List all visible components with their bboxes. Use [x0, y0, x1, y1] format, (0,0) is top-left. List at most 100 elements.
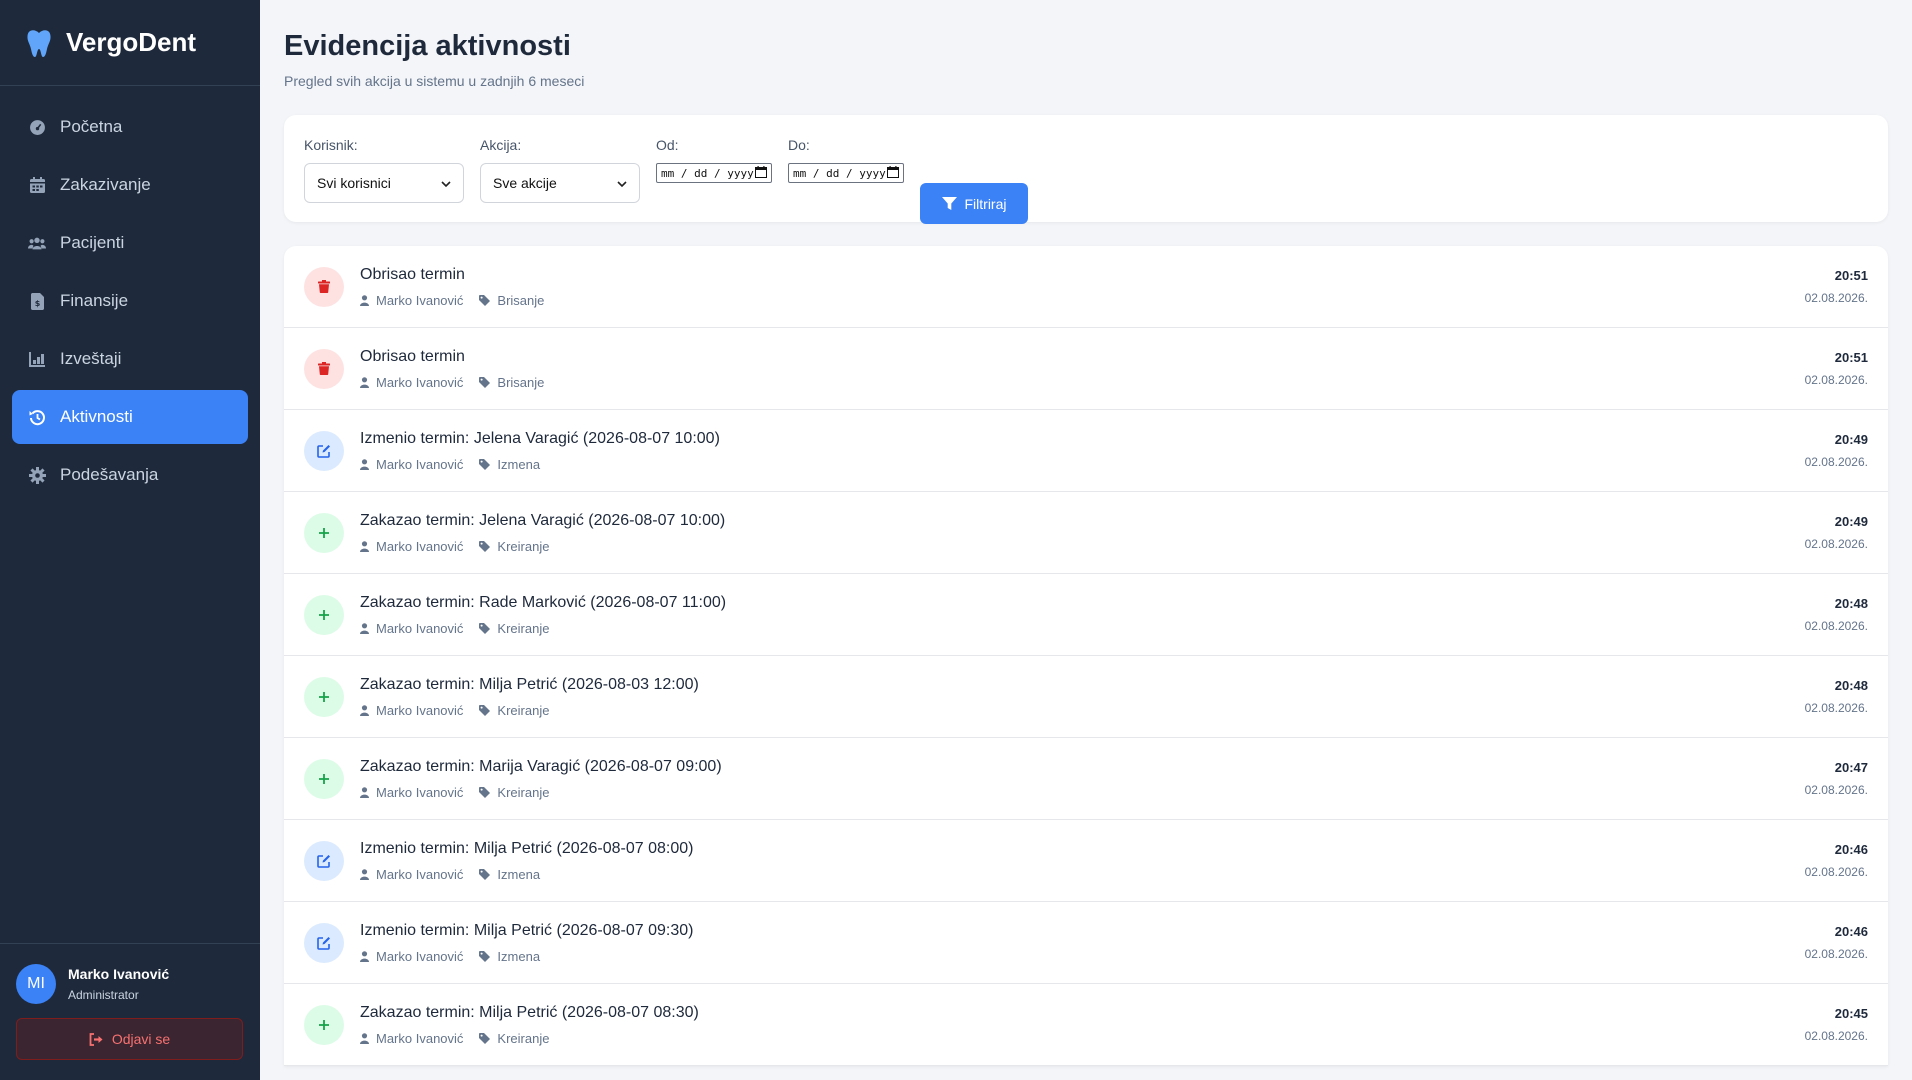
- activity-title: Zakazao termin: Milja Petrić (2026-08-03…: [360, 675, 699, 693]
- activity-body: Zakazao termin: Milja Petrić (2026-08-03…: [360, 676, 1805, 718]
- user-icon: [360, 540, 369, 552]
- activity-tag: Brisanje: [479, 375, 544, 390]
- to-date-input[interactable]: mm / dd / yyyy: [788, 163, 904, 183]
- tag-icon: [479, 868, 491, 880]
- activity-timestamp: 20:47 02.08.2026.: [1805, 760, 1868, 797]
- gear-icon: [28, 466, 46, 484]
- filter-button[interactable]: Filtriraj: [920, 183, 1028, 224]
- activity-time: 20:46: [1834, 924, 1868, 939]
- activity-time: 20:45: [1834, 1006, 1868, 1021]
- activity-row: Zakazao termin: Milja Petrić (2026-08-07…: [284, 984, 1888, 1066]
- activity-tag-label: Izmena: [497, 948, 541, 964]
- sidebar-item-label: Pacijenti: [60, 233, 125, 252]
- activity-tag-label: Kreiranje: [497, 1030, 550, 1046]
- chart-icon: [28, 350, 46, 368]
- activity-timestamp: 20:45 02.08.2026.: [1805, 1006, 1868, 1043]
- edit-icon: [304, 430, 344, 471]
- logout-button[interactable]: Odjavi se: [16, 1018, 243, 1060]
- activity-tag: Kreiranje: [479, 703, 549, 718]
- activity-title: Izmenio termin: Jelena Varagić (2026-08-…: [360, 429, 720, 447]
- activity-user-name: Marko Ivanović: [376, 866, 464, 882]
- activity-body: Zakazao termin: Rade Marković (2026-08-0…: [360, 594, 1805, 636]
- activity-meta: Marko Ivanović Izmena: [360, 867, 1805, 882]
- user-name: Marko Ivanović: [68, 966, 170, 982]
- from-date-input[interactable]: mm / dd / yyyy: [656, 163, 772, 183]
- activity-meta: Marko Ivanović Izmena: [360, 457, 1805, 472]
- activity-body: Zakazao termin: Jelena Varagić (2026-08-…: [360, 512, 1805, 554]
- activity-list: Obrisao termin Marko Ivanović Brisanje 20:5…: [284, 246, 1888, 1066]
- page-subtitle: Pregled svih akcija u sistemu u zadnjih …: [284, 73, 585, 89]
- user-filter-select[interactable]: Svi korisnici: [304, 163, 464, 203]
- plus-icon: [304, 594, 344, 635]
- activity-body: Izmenio termin: Jelena Varagić (2026-08-…: [360, 430, 1805, 472]
- activity-row: Zakazao termin: Milja Petrić (2026-08-03…: [284, 656, 1888, 738]
- invoice-icon: $: [28, 292, 46, 310]
- activity-row: Obrisao termin Marko Ivanović Brisanje 20:5…: [284, 328, 1888, 410]
- logout-label: Odjavi se: [111, 1031, 171, 1047]
- activity-meta: Marko Ivanović Kreiranje: [360, 1031, 1805, 1046]
- activity-time: 20:47: [1834, 760, 1868, 775]
- activity-user: Marko Ivanović: [360, 621, 463, 636]
- sidebar-item-aktivnosti[interactable]: Aktivnosti: [12, 390, 248, 444]
- tag-icon: [479, 294, 491, 306]
- activity-title: Izmenio termin: Milja Petrić (2026-08-07…: [360, 839, 694, 857]
- calendar-icon[interactable]: [755, 165, 767, 181]
- sidebar-nav: Početna Zakazivanje Pacijenti $ Finansij…: [0, 86, 260, 502]
- activity-body: Obrisao termin Marko Ivanović Brisanje: [360, 348, 1805, 390]
- edit-icon: [304, 840, 344, 881]
- tag-icon: [479, 458, 491, 470]
- activity-meta: Marko Ivanović Kreiranje: [360, 621, 1805, 636]
- sidebar-item-label: Početna: [60, 117, 123, 136]
- activity-row: Obrisao termin Marko Ivanović Brisanje 20:5…: [284, 246, 1888, 328]
- activity-body: Izmenio termin: Milja Petrić (2026-08-07…: [360, 840, 1805, 882]
- activity-user: Marko Ivanović: [360, 867, 463, 882]
- activity-tag: Kreiranje: [479, 785, 549, 800]
- activity-time: 20:48: [1834, 596, 1868, 611]
- to-date-label: Do:: [788, 137, 810, 153]
- activity-user-name: Marko Ivanović: [376, 292, 464, 308]
- activity-time: 20:48: [1834, 678, 1868, 693]
- tooth-icon: [26, 28, 52, 58]
- activity-body: Izmenio termin: Milja Petrić (2026-08-07…: [360, 922, 1805, 964]
- activity-meta: Marko Ivanović Brisanje: [360, 375, 1805, 390]
- sidebar-item-pocetna[interactable]: Početna: [12, 100, 248, 154]
- plus-icon: [304, 1004, 344, 1045]
- activity-body: Zakazao termin: Milja Petrić (2026-08-07…: [360, 1004, 1805, 1046]
- sign-out-icon: [89, 1032, 104, 1046]
- activity-tag-label: Brisanje: [497, 374, 545, 390]
- main-content: Evidencija aktivnosti Pregled svih akcij…: [260, 0, 1912, 1080]
- activity-user: Marko Ivanović: [360, 1031, 463, 1046]
- sidebar-item-finansije[interactable]: $ Finansije: [12, 274, 248, 328]
- user-icon: [360, 458, 369, 470]
- activity-timestamp: 20:51 02.08.2026.: [1805, 268, 1868, 305]
- activity-row: Zakazao termin: Jelena Varagić (2026-08-…: [284, 492, 1888, 574]
- tag-icon: [479, 950, 491, 962]
- tag-icon: [479, 376, 491, 388]
- activity-timestamp: 20:49 02.08.2026.: [1805, 514, 1868, 551]
- tag-icon: [479, 540, 491, 552]
- chevron-down-icon: [441, 175, 451, 191]
- sidebar-item-izvestaji[interactable]: Izveštaji: [12, 332, 248, 386]
- sidebar-item-zakazivanje[interactable]: Zakazivanje: [12, 158, 248, 212]
- edit-icon: [304, 922, 344, 963]
- activity-meta: Marko Ivanović Kreiranje: [360, 785, 1805, 800]
- action-filter-label: Akcija:: [480, 137, 522, 153]
- activity-date: 02.08.2026.: [1804, 291, 1868, 305]
- action-filter-select[interactable]: Sve akcije: [480, 163, 640, 203]
- dashboard-icon: [28, 118, 46, 136]
- activity-body: Zakazao termin: Marija Varagić (2026-08-…: [360, 758, 1805, 800]
- sidebar-item-label: Zakazivanje: [60, 175, 151, 194]
- activity-time: 20:51: [1834, 268, 1868, 283]
- activity-row: Zakazao termin: Rade Marković (2026-08-0…: [284, 574, 1888, 656]
- activity-user-name: Marko Ivanović: [376, 374, 464, 390]
- trash-icon: [304, 348, 344, 389]
- sidebar-item-pacijenti[interactable]: Pacijenti: [12, 216, 248, 270]
- user-icon: [360, 1032, 369, 1044]
- calendar-icon[interactable]: [887, 165, 899, 181]
- user-filter-label: Korisnik:: [304, 137, 358, 153]
- sidebar-item-podesavanja[interactable]: Podešavanja: [12, 448, 248, 502]
- sidebar-item-label: Aktivnosti: [60, 407, 133, 426]
- tag-icon: [479, 622, 491, 634]
- activity-tag: Kreiranje: [479, 539, 549, 554]
- activity-user-name: Marko Ivanović: [376, 702, 464, 718]
